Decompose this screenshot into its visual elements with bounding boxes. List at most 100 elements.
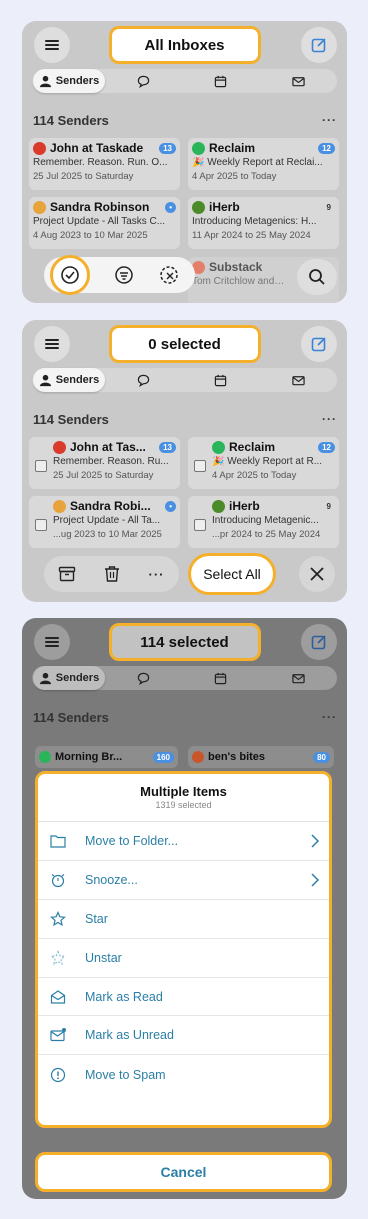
chat-bubble-icon [137, 374, 150, 387]
close-icon [310, 567, 324, 581]
clear-filter-button[interactable] [159, 265, 179, 285]
menu-button[interactable] [34, 326, 70, 362]
select-mode-button[interactable] [50, 255, 91, 295]
close-selection-button[interactable] [299, 556, 335, 592]
tab-mail[interactable] [260, 666, 337, 690]
more-options-button[interactable]: ··· [322, 412, 337, 426]
selection-toolbar: ··· [44, 556, 179, 592]
calendar-icon [215, 374, 227, 386]
envelope-icon [292, 76, 305, 86]
menu-item-mark-as-unread[interactable]: Mark as Unread [38, 1016, 329, 1056]
menu-item-move-to-folder[interactable]: Move to Folder... [38, 822, 329, 861]
bottom-toolbar [44, 255, 195, 295]
avatar [33, 141, 46, 155]
date-range: 4 Aug 2023 to 10 Mar 2025 [33, 230, 148, 241]
select-checkbox[interactable] [35, 519, 47, 531]
menu-item-move-to-spam[interactable]: Move to Spam [38, 1055, 329, 1094]
sender-card[interactable]: John at Taskade 13 Remember. Reason. Run.… [29, 138, 180, 190]
sender-name: Reclaim [229, 440, 276, 454]
panel-actions-sheet: 114 selected Senders 114 Senders ··· Mor… [22, 618, 347, 1199]
tab-senders[interactable]: Senders [33, 368, 105, 392]
sender-card[interactable]: Sandra Robinson • Project Update - All Ta… [29, 197, 180, 249]
more-options-button[interactable]: ··· [322, 710, 337, 724]
menu-item-snooze[interactable]: Snooze... [38, 861, 329, 900]
more-actions-button[interactable]: ··· [147, 564, 167, 584]
sender-card[interactable]: Reclaim 12 🎉 Weekly Report at R... 4 Apr … [188, 437, 339, 489]
hamburger-icon [45, 337, 59, 351]
sender-card[interactable]: Sandra Robi... • Project Update - All Ta.… [29, 496, 180, 548]
unread-badge: 160 [152, 751, 174, 763]
menu-button[interactable] [34, 27, 70, 63]
select-checkbox[interactable] [194, 460, 206, 472]
spam-icon [50, 1067, 66, 1083]
action-sheet: Multiple Items 1319 selected Move to Fol… [35, 771, 332, 1128]
select-checkbox[interactable] [35, 460, 47, 472]
tab-calendar[interactable] [182, 69, 259, 93]
subject-line: Introducing Metagenic... [212, 515, 319, 526]
sender-count: 114 Senders [33, 710, 109, 725]
compose-button[interactable] [301, 27, 337, 63]
tab-calendar[interactable] [182, 368, 259, 392]
sender-name: John at Taskade [50, 141, 144, 155]
tab-mail[interactable] [260, 69, 337, 93]
search-button[interactable] [297, 259, 337, 295]
subject-line: Project Update - All Tasks C... [33, 216, 166, 227]
tab-calendar[interactable] [182, 666, 259, 690]
sender-name: iHerb [229, 499, 260, 513]
person-icon [39, 75, 51, 87]
tab-senders-label: Senders [55, 374, 100, 386]
filter-button[interactable] [114, 265, 134, 285]
menu-button[interactable] [34, 624, 70, 660]
calendar-icon [215, 672, 227, 684]
tab-conversations[interactable] [105, 666, 182, 690]
unread-badge: 80 [313, 751, 330, 763]
unread-badge: 13 [159, 142, 176, 154]
sender-card[interactable]: iHerb 9 Introducing Metagenics: H... 11 A… [188, 197, 339, 249]
avatar [212, 499, 225, 513]
menu-item-label: Mark as Unread [85, 1028, 174, 1043]
avatar [39, 751, 51, 763]
tab-conversations[interactable] [105, 368, 182, 392]
sender-card[interactable]: Reclaim 12 🎉 Weekly Report at Reclai... 4… [188, 138, 339, 190]
sender-name: Sandra Robi... [70, 499, 151, 513]
date-range: 4 Apr 2025 to Today [212, 470, 297, 481]
cancel-button[interactable]: Cancel [35, 1152, 332, 1192]
tab-senders-label: Senders [55, 672, 100, 684]
tab-senders[interactable]: Senders [33, 69, 105, 93]
avatar [192, 751, 204, 763]
menu-item-unstar[interactable]: Unstar [38, 939, 329, 978]
menu-item-label: Snooze... [85, 872, 138, 887]
tab-conversations[interactable] [105, 69, 182, 93]
menu-item-star[interactable]: Star [38, 900, 329, 939]
tab-mail[interactable] [260, 368, 337, 392]
subject-line: Remember. Reason. Ru... [53, 456, 169, 467]
sender-name: Substack [209, 260, 263, 274]
chat-bubble-icon [137, 75, 150, 88]
folder-icon [50, 833, 66, 849]
unread-badge: 12 [318, 441, 335, 453]
sender-card[interactable]: John at Tas... 13 Remember. Reason. Ru...… [29, 437, 180, 489]
action-sheet-title: Multiple Items [140, 784, 227, 799]
select-all-button[interactable]: Select All [188, 553, 276, 595]
unread-badge: 9 [326, 202, 331, 212]
subject-line: 🎉 Weekly Report at Reclai... [192, 157, 323, 168]
hamburger-icon [45, 635, 59, 649]
sender-card[interactable]: iHerb 9 Introducing Metagenic... ...pr 20… [188, 496, 339, 548]
delete-button[interactable] [102, 564, 122, 584]
menu-item-mark-as-read[interactable]: Mark as Read [38, 978, 329, 1017]
page-title[interactable]: All Inboxes [108, 26, 261, 64]
select-checkbox[interactable] [194, 519, 206, 531]
compose-button[interactable] [301, 624, 337, 660]
date-range: ...ug 2023 to 10 Mar 2025 [53, 529, 162, 540]
unread-badge: 12 [318, 142, 335, 154]
sender-count: 114 Senders [33, 412, 109, 427]
chevron-right-icon [311, 873, 319, 887]
more-options-button[interactable]: ··· [322, 113, 337, 127]
subject-line: 🎉 Weekly Report at R... [212, 456, 323, 467]
compose-button[interactable] [301, 326, 337, 362]
archive-button[interactable] [57, 564, 77, 584]
tab-senders[interactable]: Senders [33, 666, 105, 690]
panel-select-mode: 0 selected Senders 114 Senders ··· John … [22, 320, 347, 602]
archive-icon [58, 566, 75, 582]
unread-badge: • [165, 201, 176, 213]
